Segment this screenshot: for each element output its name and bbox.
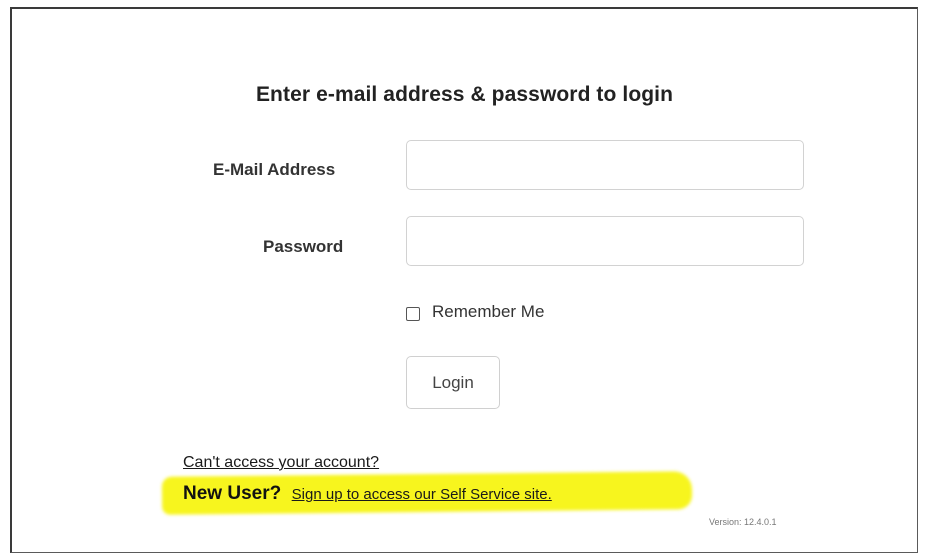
email-label: E-Mail Address	[213, 160, 336, 179]
version-text: Version: 12.4.0.1	[709, 517, 777, 527]
page-title: Enter e-mail address & password to login	[255, 83, 674, 106]
new-user-line: New User? Sign up to access our Self Ser…	[183, 483, 552, 505]
login-button[interactable]: Login	[406, 356, 500, 409]
password-field[interactable]	[406, 216, 804, 266]
login-panel: Enter e-mail address & password to login…	[10, 7, 918, 553]
remember-me-label[interactable]: Remember Me	[432, 302, 544, 322]
new-user-label: New User?	[183, 483, 282, 504]
signup-link[interactable]: Sign up to access our Self Service site.	[292, 486, 552, 503]
cant-access-account-link[interactable]: Can't access your account?	[183, 454, 379, 472]
password-label: Password	[263, 237, 344, 256]
remember-me-row: Remember Me	[406, 302, 544, 322]
remember-me-checkbox[interactable]	[406, 307, 420, 321]
email-field[interactable]	[406, 140, 804, 190]
